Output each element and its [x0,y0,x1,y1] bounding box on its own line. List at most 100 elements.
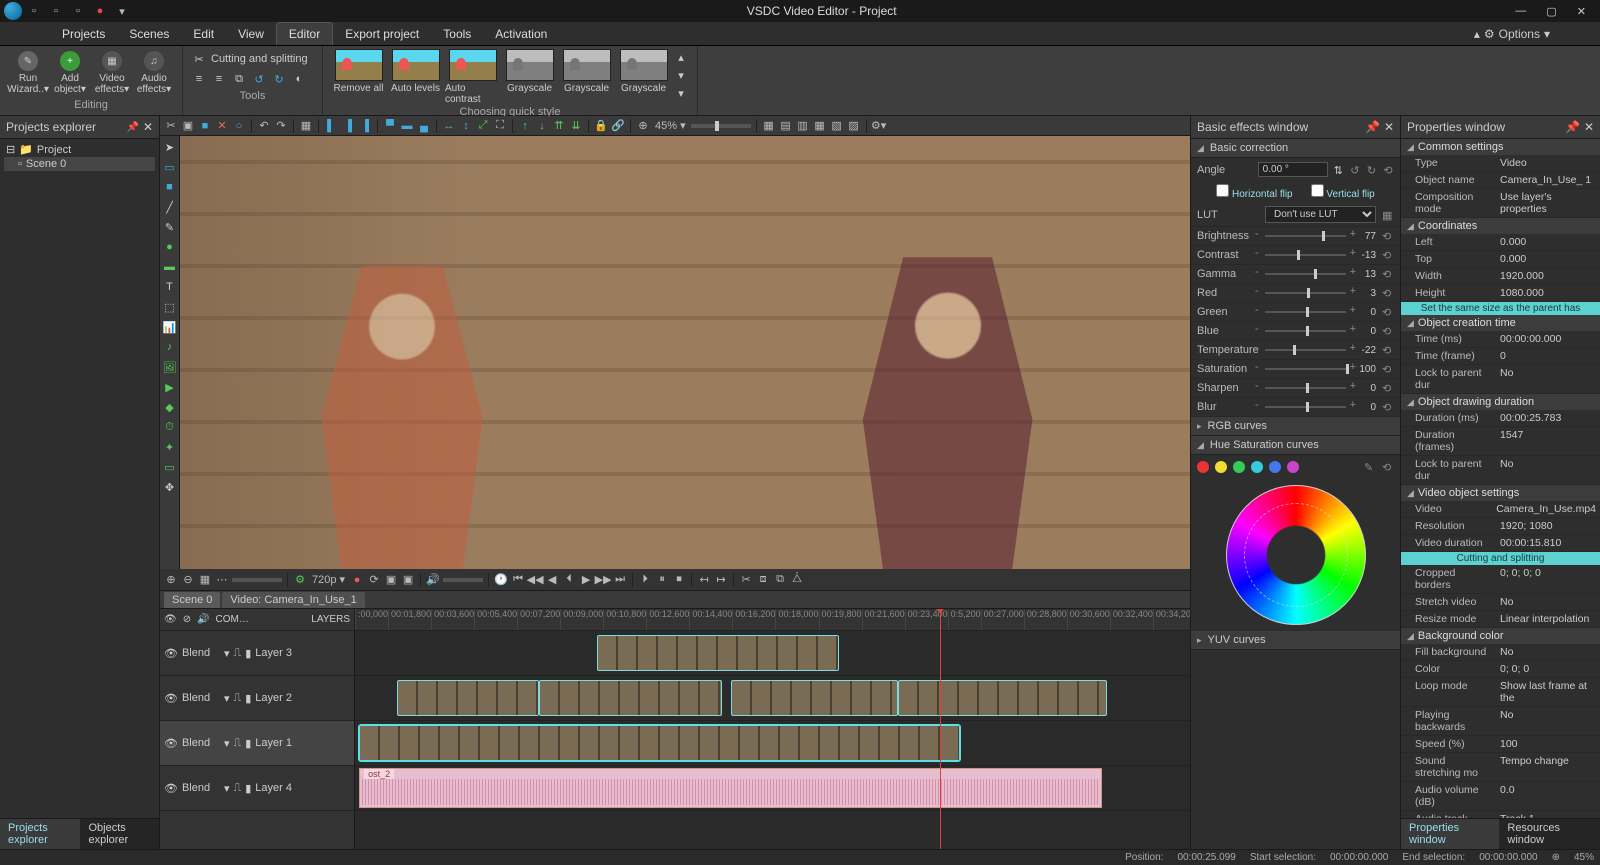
scene-tab[interactable]: Scene 0 [164,592,220,608]
undo-icon[interactable]: ↶ [257,119,271,133]
property-value[interactable]: 0 [1496,349,1600,363]
grid3-icon[interactable]: ▥ [796,119,810,133]
reset-icon[interactable]: ⟲ [1383,164,1394,176]
property-row[interactable]: Fill backgroundNo [1401,644,1600,661]
reset-icon[interactable]: ⟲ [1382,382,1394,394]
qat-save-icon[interactable]: ▫ [72,5,84,17]
vflip-checkbox[interactable]: Vertical flip [1311,184,1375,200]
minimize-icon[interactable]: — [1515,5,1526,18]
pointer-icon[interactable]: ➤ [163,140,177,154]
clip[interactable] [597,635,839,671]
property-row[interactable]: Time (frame)0 [1401,348,1600,365]
maximize-icon[interactable]: ▢ [1546,5,1556,18]
chevron-down-icon[interactable]: ▾ [224,737,230,750]
close-panel-icon[interactable]: ✕ [143,120,153,134]
reset-icon[interactable]: ⟲ [1382,249,1394,261]
tab-resources[interactable]: Resources window [1499,819,1600,849]
rotate-ccw-icon[interactable]: ↺ [251,71,267,87]
reset-icon[interactable]: ⟲ [1382,268,1394,280]
property-row[interactable]: TypeVideo [1401,155,1600,172]
property-value[interactable]: 100 [1496,737,1600,751]
close-icon[interactable]: ✕ [1577,5,1586,18]
clock-icon[interactable]: 🕐 [494,573,508,587]
volume-slider[interactable] [443,578,483,582]
style-grayscale-3[interactable]: Grayscale [616,49,671,94]
jump-prev-icon[interactable]: ↤ [697,573,711,587]
tab-objects-explorer[interactable]: Objects explorer [80,819,159,849]
reset-icon[interactable]: ⟲ [1382,306,1394,318]
hue-magenta-icon[interactable] [1287,461,1299,473]
property-row[interactable]: Resize modeLinear interpolation [1401,611,1600,628]
blend-label[interactable]: Blend [182,737,220,749]
subtitle-icon[interactable]: ▭ [163,460,177,474]
track-lane-2[interactable] [355,676,1190,721]
hflip-checkbox[interactable]: Horizontal flip [1216,184,1292,200]
track-header-2[interactable]: 👁 Blend ▾ ⎍ ▮ Layer 2 [160,676,354,721]
style-grayscale-2[interactable]: Grayscale [559,49,614,94]
property-row[interactable]: Color0; 0; 0 [1401,661,1600,678]
align-c-icon[interactable]: ▐ [341,119,355,133]
cut-icon[interactable]: ✂ [164,119,178,133]
split-icon[interactable]: ✂ [739,573,753,587]
pin-icon[interactable]: 📌 [1365,120,1380,134]
crop-icon[interactable]: ⧉ [231,71,247,87]
property-value[interactable]: 00:00:25.783 [1496,411,1600,425]
prev-frame-icon[interactable]: ◀◀ [528,573,542,587]
grid2-icon[interactable]: ▤ [779,119,793,133]
clip-selected[interactable] [359,725,960,761]
track-header-4[interactable]: 👁 Blend ▾ ⎍ ▮ Layer 4 [160,766,354,811]
options-dropdown-icon[interactable]: ▾ [1544,27,1550,41]
collapse-icon[interactable]: ⊟ [6,143,15,156]
split3-icon[interactable]: ⧉ [773,573,787,587]
tool-extra-icon[interactable]: ◐ [291,71,307,87]
vol-icon[interactable]: ⎍ [234,737,242,750]
qat-open-icon[interactable]: ▫ [50,5,62,17]
hue-curves-header[interactable]: ◢ Hue Saturation curves [1191,436,1400,455]
clip[interactable] [539,680,723,716]
property-row[interactable]: Duration (ms)00:00:25.783 [1401,410,1600,427]
distribute-v-icon[interactable]: ↕ [459,119,473,133]
run-wizard-button[interactable]: ✎ Run Wizard..▾ [8,49,48,97]
basic-correction-header[interactable]: ◢ Basic correction [1191,139,1400,158]
track-zoom-slider[interactable] [232,578,282,582]
style-scroll-up-icon[interactable]: ▴ [673,49,689,65]
zoom-fit-icon[interactable]: ⊕ [636,119,650,133]
ellipse-icon[interactable]: ● [163,240,177,254]
fx-slider[interactable] [1265,406,1346,408]
property-value[interactable]: 0.000 [1496,252,1600,266]
property-row[interactable]: Audio volume (dB)0.0 [1401,782,1600,811]
property-row[interactable]: Lock to parent durNo [1401,365,1600,394]
goto-end-icon[interactable]: ⏭ [613,573,627,587]
resize-icon[interactable]: ⤢ [476,119,490,133]
lock-col-icon[interactable]: ⊘ [183,614,191,625]
style-scroll-down-icon[interactable]: ▾ [673,67,689,83]
fx-slider[interactable] [1265,292,1346,294]
timeline-ruler[interactable]: :00,00000:01,80000:03,60000:05,40000:07,… [355,609,1190,631]
rotate-cw-icon[interactable]: ↻ [271,71,287,87]
property-value[interactable]: 0.000 [1496,235,1600,249]
reset-icon[interactable]: ⟲ [1382,401,1394,413]
property-value[interactable]: No [1496,595,1600,609]
select-all-icon[interactable]: ○ [232,119,246,133]
scissors-icon[interactable]: ✂ [191,51,207,67]
property-value[interactable]: Show last frame at the [1496,679,1600,705]
mode-a-icon[interactable]: ▣ [384,573,398,587]
reset-icon[interactable]: ⟲ [1382,287,1394,299]
add-object-button[interactable]: + Add object▾ [50,49,90,97]
eye-icon[interactable]: 👁 [164,737,178,750]
top-icon[interactable]: ⇈ [552,119,566,133]
pin-icon[interactable]: 📌 [1565,120,1580,134]
status-zoom-icon[interactable]: ⊕ [1552,852,1560,863]
chevron-down-icon[interactable]: ▾ [224,782,230,795]
fx-icon[interactable]: ▮ [245,737,251,750]
jump-next-icon[interactable]: ↦ [714,573,728,587]
property-value[interactable]: 00:00:00.000 [1496,332,1600,346]
property-row[interactable]: Video duration00:00:15.810 [1401,535,1600,552]
eye-icon[interactable]: 👁 [164,692,178,705]
clip[interactable] [397,680,539,716]
animation-icon[interactable]: ✦ [163,440,177,454]
counter-icon[interactable]: ⏱ [163,420,177,434]
reset-icon[interactable]: ⟲ [1382,363,1394,375]
reset-icon[interactable]: ⟲ [1382,325,1394,337]
rotate-cw-icon[interactable]: ↻ [1367,164,1378,176]
